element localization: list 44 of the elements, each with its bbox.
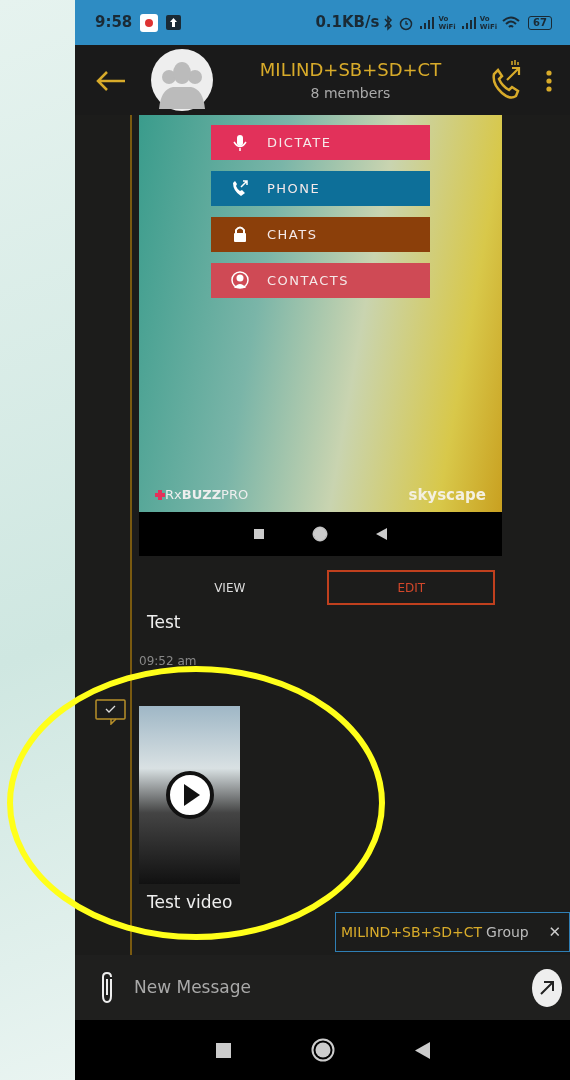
member-count: 8 members xyxy=(309,84,392,103)
more-menu-button[interactable] xyxy=(546,68,552,92)
send-button[interactable] xyxy=(532,968,562,1007)
play-icon xyxy=(164,769,215,820)
triangle-icon xyxy=(376,528,387,540)
message-time: 09:52 am xyxy=(139,652,198,670)
brand-name: skyscape xyxy=(408,484,486,506)
signal-icon xyxy=(461,16,476,29)
lock-icon xyxy=(231,225,249,244)
message-text: Test video xyxy=(147,890,234,914)
close-button[interactable]: ✕ xyxy=(548,920,561,944)
back-button[interactable] xyxy=(95,68,127,92)
arrow-icon xyxy=(539,979,556,996)
back-arrow-icon xyxy=(95,69,127,92)
home-button[interactable] xyxy=(310,1037,335,1063)
message-text: Test xyxy=(147,611,182,634)
network-speed: 0.1KB/s xyxy=(315,12,380,34)
bluetooth-icon xyxy=(383,14,394,31)
edit-button[interactable]: EDIT xyxy=(327,570,496,605)
plus-logo-icon xyxy=(155,489,165,500)
square-icon xyxy=(215,1043,231,1058)
microphone-icon xyxy=(231,133,249,152)
menu-dots-icon xyxy=(546,69,552,92)
video-thumbnail[interactable] xyxy=(139,705,240,884)
upload-icon xyxy=(166,15,182,30)
person-icon xyxy=(231,271,249,290)
group-avatar-icon xyxy=(151,49,213,111)
wifi-icon xyxy=(502,15,521,30)
view-button[interactable]: VIEW xyxy=(189,570,270,605)
message-composer[interactable]: New Message xyxy=(75,955,570,1020)
brand-logo: RxBUZZPRO xyxy=(165,486,249,504)
circle-icon xyxy=(312,526,328,542)
clock-time: 9:58 xyxy=(95,12,133,34)
banner-group-name: MILIND+SB+SD+CT xyxy=(341,922,483,942)
triangle-icon xyxy=(414,1042,430,1059)
battery-indicator: 67 xyxy=(528,15,552,30)
message-input[interactable]: New Message xyxy=(134,974,523,1001)
square-icon xyxy=(254,529,264,539)
group-title: MILIND+SB+SD+CT xyxy=(258,58,443,82)
phone-icon xyxy=(231,179,249,198)
banner-label: Group xyxy=(486,922,529,942)
signal-icon xyxy=(420,16,435,29)
circle-icon xyxy=(310,1038,335,1063)
app-notification-icon xyxy=(140,13,159,32)
